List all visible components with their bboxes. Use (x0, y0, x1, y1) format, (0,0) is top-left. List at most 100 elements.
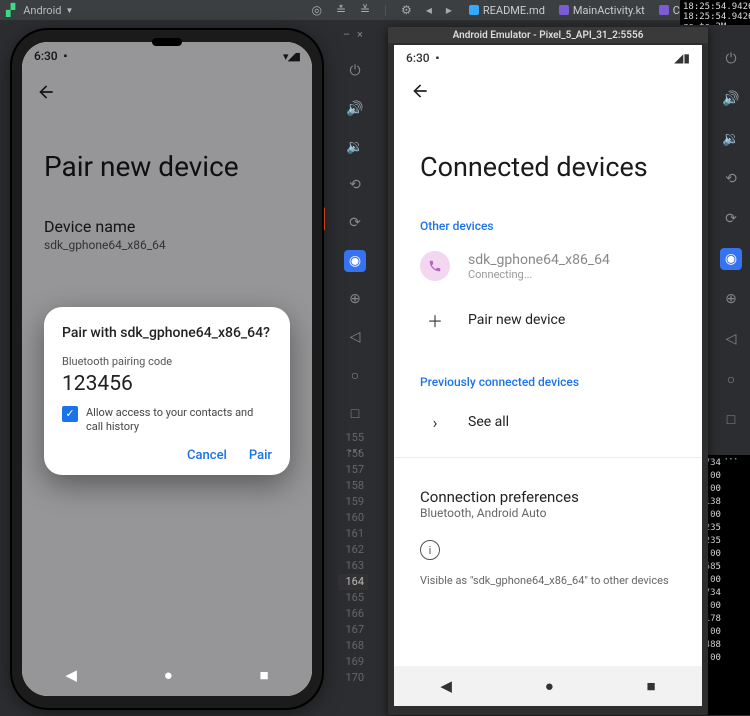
emulator-title: Android Emulator - Pixel_5_API_31_2:5556 (388, 27, 708, 43)
line-number: 158 (338, 478, 368, 494)
volume-up-icon[interactable]: 🔊 (344, 98, 366, 120)
line-number: 170 (338, 670, 368, 686)
line-number: 167 (338, 622, 368, 638)
conn-pref-title: Connection preferences (420, 488, 676, 506)
editor-tab[interactable]: MainActivity.kt (553, 2, 651, 19)
file-type-icon (559, 5, 569, 15)
chevron-left-icon[interactable]: ◂ (423, 3, 435, 17)
emulator-tools-1: – × ⏻ 🔊 🔉 ⟲ ⟳ ◉ ⊕ ◁ ○ □ ⋯ (340, 30, 370, 462)
more-icon[interactable]: ⋯ (720, 448, 742, 470)
device-status: Connecting... (468, 268, 610, 281)
visibility-text: Visible as "sdk_gphone64_x86_64" to othe… (420, 574, 676, 587)
connection-preferences-row[interactable]: Connection preferences Bluetooth, Androi… (394, 466, 702, 522)
device-notch (152, 38, 182, 46)
chevron-right-icon[interactable]: ▸ (443, 3, 455, 17)
arrow-back-icon (410, 81, 430, 101)
line-number: 166 (338, 606, 368, 622)
emulator-tools-2: ⏻ 🔊 🔉 ⟲ ⟳ ◉ ⊕ ◁ ○ □ ⋯ (716, 48, 746, 470)
line-number: 169 (338, 654, 368, 670)
rotate-right-icon[interactable]: ⟳ (344, 212, 366, 234)
back-nav-icon[interactable]: ◁ (344, 326, 366, 348)
previously-connected-label: Previously connected devices (394, 347, 702, 395)
project-name: Android (23, 4, 61, 17)
power-icon[interactable]: ⏻ (344, 60, 366, 82)
info-icon: i (420, 540, 440, 560)
home-nav-icon[interactable]: ○ (720, 368, 742, 390)
divider: | (381, 3, 390, 17)
chevron-right-icon: › (420, 407, 450, 437)
editor-gutter: 1551561571581591601611621631641651661671… (338, 430, 368, 686)
checkbox-checked-icon[interactable]: ✓ (62, 406, 78, 422)
checkbox-label: Allow access to your contacts and call h… (86, 406, 272, 434)
line-number: 159 (338, 494, 368, 510)
status-bar-2: 6:30 ▪ ◢▮ (394, 45, 702, 71)
stack-down-icon[interactable]: ≚ (357, 3, 373, 17)
home-nav-icon[interactable]: ○ (344, 364, 366, 386)
overview-nav-icon[interactable]: □ (344, 402, 366, 424)
divider (394, 457, 702, 458)
zoom-in-icon[interactable]: ⊕ (720, 288, 742, 310)
nav-home-icon-2[interactable]: ● (545, 677, 554, 695)
pairing-code-label: Bluetooth pairing code (62, 355, 272, 368)
file-type-icon (659, 5, 669, 15)
camera-icon[interactable]: ◉ (720, 248, 742, 270)
stack-up-icon[interactable]: ≛ (333, 3, 349, 17)
line-number: 164 (338, 574, 368, 590)
device-frame-1: 6:30 ▪ ▾◢▮ Pair new device Device name s… (12, 30, 322, 708)
nav-bar: ◀ ● ■ (22, 654, 312, 696)
phone-icon (420, 251, 450, 281)
line-number: 157 (338, 462, 368, 478)
pair-new-label: Pair new device (468, 312, 565, 328)
device-row[interactable]: sdk_gphone64_x86_64 Connecting... (394, 239, 702, 293)
back-button-2[interactable] (394, 71, 702, 111)
status-time-2: 6:30 (406, 51, 430, 65)
zoom-in-icon[interactable]: ⊕ (344, 288, 366, 310)
line-number: 162 (338, 542, 368, 558)
device-screen-1: 6:30 ▪ ▾◢▮ Pair new device Device name s… (22, 42, 312, 696)
nav-back-icon-2[interactable]: ◀ (440, 677, 452, 695)
pair-new-row[interactable]: ＋ Pair new device (394, 293, 702, 347)
chevron-down-icon: ▼ (65, 6, 73, 15)
editor-tab[interactable]: README.md (463, 2, 551, 19)
more-icon[interactable]: ⋯ (344, 440, 366, 462)
nav-home-icon[interactable]: ● (164, 666, 173, 684)
pair-button[interactable]: Pair (249, 448, 272, 463)
volume-down-icon[interactable]: 🔉 (344, 136, 366, 158)
pairing-code: 123456 (62, 372, 272, 396)
cancel-button[interactable]: Cancel (187, 448, 227, 463)
rotate-left-icon[interactable]: ⟲ (344, 174, 366, 196)
power-icon[interactable]: ⏻ (720, 48, 742, 70)
line-number: 163 (338, 558, 368, 574)
emulator-window: Android Emulator - Pixel_5_API_31_2:5556… (388, 27, 708, 715)
visibility-info: i Visible as "sdk_gphone64_x86_64" to ot… (394, 522, 702, 605)
gear-icon[interactable]: ⚙ (398, 3, 415, 17)
minimize-button[interactable]: – (343, 30, 353, 40)
status-signal-2: ◢▮ (674, 51, 690, 65)
nav-back-icon[interactable]: ◀ (65, 666, 77, 684)
contacts-access-row[interactable]: ✓ Allow access to your contacts and call… (62, 406, 272, 434)
nav-recents-icon[interactable]: ■ (260, 666, 269, 684)
volume-down-icon[interactable]: 🔉 (720, 128, 742, 150)
nav-bar-2: ◀ ● ■ (394, 666, 702, 706)
dialog-title: Pair with sdk_gphone64_x86_64? (62, 325, 272, 341)
see-all-label: See all (468, 414, 509, 430)
tab-label: README.md (483, 4, 545, 17)
close-button[interactable]: × (357, 30, 367, 40)
rotate-right-icon[interactable]: ⟳ (720, 208, 742, 230)
file-type-icon (469, 5, 479, 15)
overview-nav-icon[interactable]: □ (720, 408, 742, 430)
volume-up-icon[interactable]: 🔊 (720, 88, 742, 110)
device-name: sdk_gphone64_x86_64 (468, 252, 610, 268)
terminal-top: 18:25:54.94262 18:25:54.9426 ze to 2M. (680, 0, 750, 25)
notification-icon-2: ▪ (436, 53, 440, 64)
see-all-row[interactable]: › See all (394, 395, 702, 449)
line-number: 165 (338, 590, 368, 606)
camera-icon[interactable]: ◉ (344, 250, 366, 272)
back-nav-icon[interactable]: ◁ (720, 328, 742, 350)
nav-recents-icon-2[interactable]: ■ (647, 677, 656, 695)
target-icon[interactable]: ◎ (309, 3, 325, 17)
line-number: 161 (338, 526, 368, 542)
line-number: 168 (338, 638, 368, 654)
rotate-left-icon[interactable]: ⟲ (720, 168, 742, 190)
project-dropdown[interactable]: Android ▼ (23, 4, 73, 17)
